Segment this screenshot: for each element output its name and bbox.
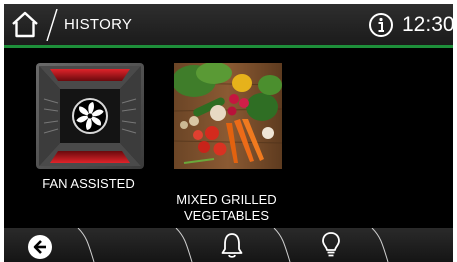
page-title: HISTORY bbox=[64, 16, 133, 33]
tab-divider bbox=[175, 228, 193, 262]
footer-bar bbox=[4, 228, 453, 262]
vegetables-photo bbox=[174, 63, 282, 169]
title-divider bbox=[46, 9, 58, 41]
tab-divider bbox=[77, 228, 95, 262]
header-bar: HISTORY 12:30 bbox=[4, 4, 455, 45]
bell-icon[interactable] bbox=[220, 231, 244, 259]
home-icon bbox=[12, 11, 38, 38]
tab-divider bbox=[371, 228, 389, 262]
tab-divider bbox=[273, 228, 291, 262]
recipe-label: MIXED GRILLED VEGETABLES bbox=[176, 192, 277, 223]
info-icon[interactable] bbox=[368, 12, 394, 38]
light-bulb-icon[interactable] bbox=[320, 231, 342, 259]
fan-assisted-oven-icon bbox=[36, 63, 144, 169]
recipe-label: FAN ASSISTED bbox=[42, 176, 135, 191]
history-list: FAN ASSISTED MIXED GRILLED VEGETABLES bbox=[4, 48, 453, 228]
clock: 12:30 bbox=[402, 13, 455, 36]
home-button[interactable] bbox=[4, 4, 46, 45]
oven-screen: HISTORY 12:30 FAN ASSISTED MIXED GRILLED… bbox=[0, 0, 457, 262]
back-icon[interactable] bbox=[27, 234, 53, 260]
